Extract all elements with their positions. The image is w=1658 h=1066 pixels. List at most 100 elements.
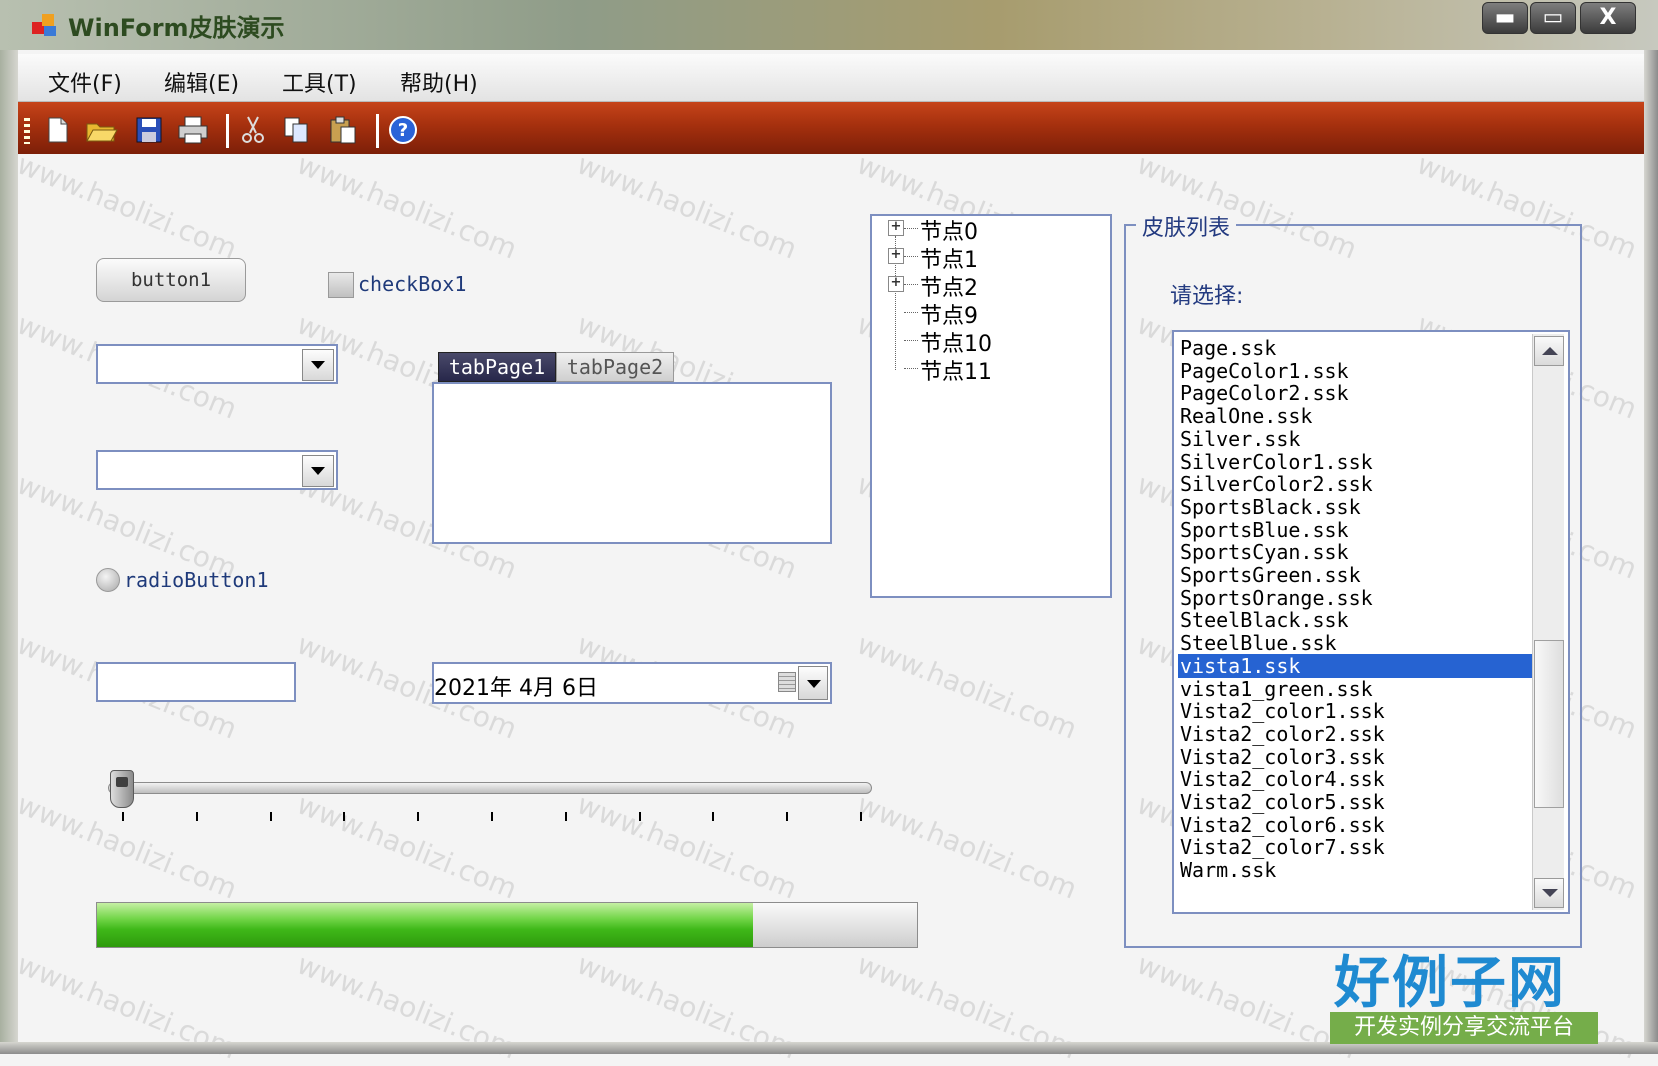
list-item[interactable]: SportsBlue.ssk (1178, 518, 1536, 542)
list-item[interactable]: RealOne.ssk (1178, 404, 1536, 428)
list-item[interactable]: Silver.ssk (1178, 427, 1536, 451)
list-item[interactable]: PageColor1.ssk (1178, 359, 1536, 383)
paste-icon[interactable] (326, 114, 360, 146)
site-slogan: 开发实例分享交流平台 (1330, 1012, 1598, 1044)
skin-prompt-label: 请选择: (1170, 284, 1244, 309)
open-folder-icon[interactable] (84, 114, 118, 146)
checkbox1[interactable] (328, 272, 354, 298)
calendar-icon (778, 672, 796, 692)
combobox2[interactable] (96, 450, 338, 490)
menu-file[interactable]: 文件(F) (48, 66, 122, 98)
minimize-button[interactable]: ▬ (1482, 2, 1528, 34)
list-item[interactable]: Vista2_color6.ssk (1178, 813, 1536, 837)
tab-page-content (432, 382, 832, 544)
window-frame-right (1644, 50, 1658, 1054)
radio-button1[interactable] (96, 568, 120, 592)
list-item[interactable]: SportsOrange.ssk (1178, 586, 1536, 610)
list-item[interactable]: Warm.ssk (1178, 858, 1536, 882)
trackbar-tick (122, 812, 124, 821)
scroll-down-icon[interactable] (1534, 878, 1564, 908)
toolbar-separator (226, 114, 229, 148)
date-dropdown-button[interactable] (798, 666, 828, 700)
trackbar-tick (195, 812, 198, 821)
list-item[interactable]: Vista2_color5.ssk (1178, 790, 1536, 814)
trackbar-track[interactable] (108, 782, 872, 794)
button1[interactable]: button1 (96, 258, 246, 302)
watermark-text: www.haolizi.com (292, 147, 522, 266)
list-item[interactable]: PageColor2.ssk (1178, 381, 1536, 405)
list-item[interactable]: Vista2_color2.ssk (1178, 722, 1536, 746)
list-item[interactable]: SilverColor1.ssk (1178, 450, 1536, 474)
scrollbar-thumb[interactable] (1534, 640, 1564, 808)
expand-icon[interactable]: + (888, 248, 904, 264)
trackbar-tick (417, 812, 420, 821)
list-item[interactable]: SportsCyan.ssk (1178, 540, 1536, 564)
tree-view[interactable] (870, 214, 1112, 598)
menu-bar (18, 54, 1644, 102)
save-icon[interactable] (132, 114, 166, 146)
tree-node-label[interactable]: 节点11 (920, 354, 992, 386)
list-item[interactable]: SilverColor2.ssk (1178, 472, 1536, 496)
trackbar-tick (712, 812, 715, 821)
textbox1[interactable] (96, 662, 296, 702)
trackbar-tick (491, 812, 493, 821)
trackbar-tick (269, 812, 272, 821)
tree-connector (904, 312, 918, 313)
site-logo: 好例子网 (1334, 950, 1566, 1016)
watermark-text: www.haolizi.com (572, 147, 802, 266)
list-item[interactable]: vista1.ssk (1178, 653, 1536, 678)
help-icon[interactable]: ? (386, 114, 420, 146)
expand-icon[interactable]: + (888, 276, 904, 292)
skin-listbox[interactable]: Page.ssk PageColor1.ssk PageColor2.ssk Real… (1172, 330, 1570, 914)
tree-connector (904, 284, 918, 285)
trackbar-thumb[interactable] (110, 770, 134, 808)
tree-connector (904, 368, 918, 369)
list-item[interactable]: SteelBlue.ssk (1178, 631, 1536, 655)
list-item[interactable]: Vista2_color1.ssk (1178, 699, 1536, 723)
tab-tabpage1[interactable]: tabPage1 (438, 352, 556, 382)
menu-help[interactable]: 帮助(H) (400, 66, 478, 98)
window-title: WinForm皮肤演示 (68, 14, 285, 42)
copy-icon[interactable] (280, 114, 314, 146)
watermark-text: www.haolizi.com (292, 787, 522, 906)
tab-tabpage2[interactable]: tabPage2 (556, 352, 674, 382)
trackbar-tick (860, 812, 862, 821)
radio-button1-label[interactable]: radioButton1 (124, 568, 269, 592)
list-item[interactable]: Page.ssk (1178, 336, 1536, 360)
combobox1[interactable] (96, 344, 338, 384)
list-item[interactable]: SportsBlack.ssk (1178, 495, 1536, 519)
trackbar-tick (564, 812, 567, 821)
scroll-up-icon[interactable] (1534, 336, 1564, 366)
watermark-text: www.haolizi.com (852, 787, 1082, 906)
app-icon (32, 12, 58, 38)
watermark-text: www.haolizi.com (12, 147, 242, 266)
checkbox1-label[interactable]: checkBox1 (358, 272, 466, 296)
list-item[interactable]: Vista2_color4.ssk (1178, 767, 1536, 791)
list-item[interactable]: Vista2_color3.ssk (1178, 745, 1536, 769)
list-item[interactable]: Vista2_color7.ssk (1178, 835, 1536, 859)
print-icon[interactable] (176, 114, 210, 146)
list-item[interactable]: SteelBlack.ssk (1178, 608, 1536, 632)
list-item[interactable]: vista1_green.ssk (1178, 677, 1536, 701)
toolbar-grip[interactable] (24, 118, 30, 144)
list-item[interactable]: SportsGreen.ssk (1178, 563, 1536, 587)
watermark-text: www.haolizi.com (852, 627, 1082, 746)
tree-connector (904, 340, 918, 341)
tree-connector (904, 256, 918, 257)
chevron-down-icon[interactable] (302, 455, 334, 487)
cut-icon[interactable] (236, 114, 270, 146)
close-button[interactable]: X (1580, 2, 1636, 34)
menu-tools[interactable]: 工具(T) (282, 66, 357, 98)
expand-icon[interactable]: + (888, 220, 904, 236)
chevron-down-icon[interactable] (302, 349, 334, 381)
tree-connector (904, 228, 918, 229)
date-value[interactable]: 2021年 4月 6日 (434, 670, 598, 702)
watermark-text: www.haolizi.com (572, 787, 802, 906)
listbox-scrollbar[interactable] (1532, 334, 1564, 910)
toolbar-separator (376, 114, 379, 148)
menu-edit[interactable]: 编辑(E) (164, 66, 239, 98)
maximize-button[interactable]: ▭ (1530, 2, 1576, 34)
trackbar-tick (638, 812, 641, 821)
svg-text:?: ? (398, 120, 408, 141)
new-file-icon[interactable] (40, 114, 74, 146)
